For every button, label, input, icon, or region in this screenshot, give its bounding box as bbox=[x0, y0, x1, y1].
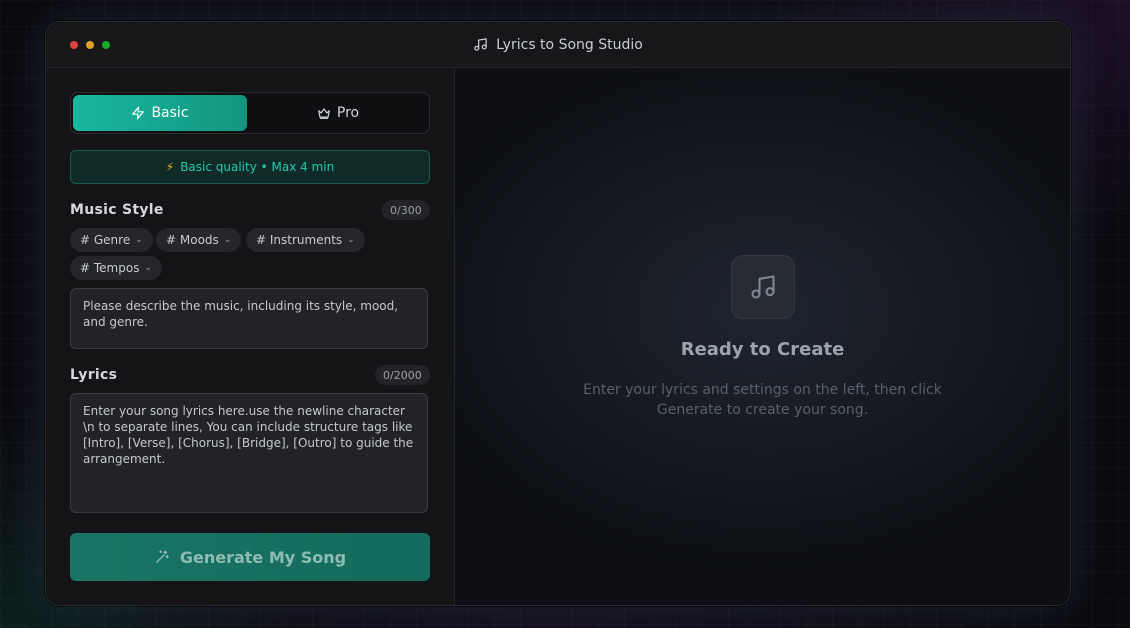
empty-state-icon bbox=[731, 255, 795, 319]
zap-icon bbox=[132, 106, 145, 120]
music-note-icon bbox=[751, 275, 775, 299]
mode-basic-label: Basic bbox=[151, 105, 189, 121]
empty-state-desc-line1: Enter your lyrics and settings on the le… bbox=[583, 382, 942, 398]
app-title: Lyrics to Song Studio bbox=[496, 36, 643, 53]
empty-state-description: Enter your lyrics and settings on the le… bbox=[455, 380, 1070, 420]
app-window: Lyrics to Song Studio Basic Pro ⚡ Basic … bbox=[45, 21, 1071, 606]
window-title: Lyrics to Song Studio bbox=[46, 22, 1070, 67]
mode-basic-button[interactable]: Basic bbox=[73, 95, 247, 131]
tag-genre[interactable]: # Genre ⌄ bbox=[70, 228, 153, 252]
generate-label: Generate My Song bbox=[179, 547, 347, 567]
music-note-icon bbox=[474, 38, 487, 51]
tag-genre-label: # Genre bbox=[80, 233, 131, 247]
empty-state-title: Ready to Create bbox=[680, 339, 845, 360]
preview-panel: Ready to Create Enter your lyrics and se… bbox=[455, 68, 1070, 605]
mode-toggle: Basic Pro bbox=[70, 92, 430, 134]
lyrics-label: Lyrics bbox=[70, 367, 118, 383]
mode-pro-label: Pro bbox=[336, 105, 360, 121]
tag-moods[interactable]: # Moods ⌄ bbox=[156, 228, 242, 252]
tag-moods-label: # Moods bbox=[166, 233, 219, 247]
quality-text: Basic quality • Max 4 min bbox=[180, 160, 335, 174]
mode-pro-button[interactable]: Pro bbox=[251, 95, 425, 131]
music-style-input[interactable]: Please describe the music, including its… bbox=[70, 288, 428, 349]
settings-panel: Basic Pro ⚡ Basic quality • Max 4 min Mu… bbox=[46, 68, 455, 605]
quality-banner: ⚡ Basic quality • Max 4 min bbox=[70, 150, 430, 184]
crown-icon bbox=[318, 108, 330, 119]
chevron-down-icon: ⌄ bbox=[223, 235, 232, 245]
chevron-down-icon: ⌄ bbox=[144, 263, 152, 273]
lightning-icon: ⚡ bbox=[165, 160, 175, 174]
magic-wand-icon bbox=[155, 550, 169, 563]
music-style-label: Music Style bbox=[70, 202, 164, 218]
tag-tempos-label: # Tempos bbox=[80, 261, 140, 275]
music-style-counter: 0/300 bbox=[382, 200, 430, 220]
generate-button[interactable]: Generate My Song bbox=[70, 533, 430, 581]
tag-instruments[interactable]: # Instruments ⌄ bbox=[246, 228, 365, 252]
chevron-down-icon: ⌄ bbox=[347, 235, 355, 245]
chevron-down-icon: ⌄ bbox=[135, 235, 143, 245]
lyrics-input[interactable]: Enter your song lyrics here.use the newl… bbox=[70, 393, 428, 513]
tag-tempos[interactable]: # Tempos ⌄ bbox=[70, 256, 162, 280]
title-bar: Lyrics to Song Studio bbox=[46, 22, 1070, 68]
empty-state-desc-line2: Generate to create your song. bbox=[656, 402, 869, 418]
lyrics-counter: 0/2000 bbox=[375, 365, 430, 385]
tag-instruments-label: # Instruments bbox=[256, 233, 343, 247]
